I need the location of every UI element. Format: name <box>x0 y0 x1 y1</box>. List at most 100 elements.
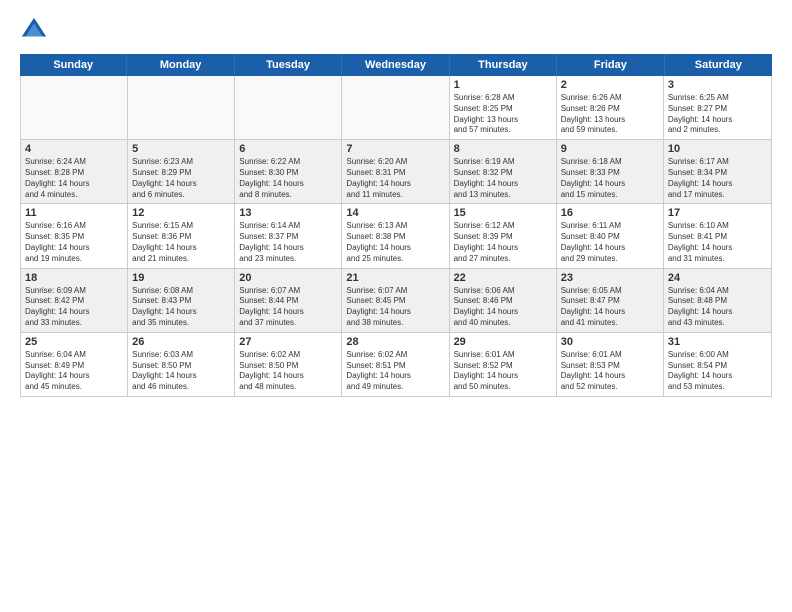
calendar-cell <box>235 76 342 139</box>
day-detail: Sunrise: 6:03 AM Sunset: 8:50 PM Dayligh… <box>132 350 230 393</box>
calendar-cell: 5 Sunrise: 6:23 AM Sunset: 8:29 PM Daylig… <box>128 140 235 203</box>
day-detail: Sunrise: 6:12 AM Sunset: 8:39 PM Dayligh… <box>454 221 552 264</box>
calendar-cell: 20Sunrise: 6:07 AM Sunset: 8:44 PM Dayli… <box>235 269 342 332</box>
calendar-cell: 31 Sunrise: 6:00 AM Sunset: 8:54 PM Dayli… <box>664 333 771 396</box>
day-detail: Sunrise: 6:07 AM Sunset: 8:44 PM Dayligh… <box>239 286 337 329</box>
day-number: 21 <box>346 272 444 284</box>
calendar-cell: 18Sunrise: 6:09 AM Sunset: 8:42 PM Dayli… <box>21 269 128 332</box>
day-detail: Sunrise: 6:10 AM Sunset: 8:41 PM Dayligh… <box>668 221 767 264</box>
calendar-week: 11Sunrise: 6:16 AM Sunset: 8:35 PM Dayli… <box>21 204 771 268</box>
day-number: 23 <box>561 272 659 284</box>
calendar-cell: 26 Sunrise: 6:03 AM Sunset: 8:50 PM Dayli… <box>128 333 235 396</box>
day-detail: Sunrise: 6:24 AM Sunset: 8:28 PM Dayligh… <box>25 157 123 200</box>
day-detail: Sunrise: 6:13 AM Sunset: 8:38 PM Dayligh… <box>346 221 444 264</box>
calendar-cell: 27Sunrise: 6:02 AM Sunset: 8:50 PM Dayli… <box>235 333 342 396</box>
day-number: 19 <box>132 272 230 284</box>
header-day: Wednesday <box>342 54 449 76</box>
day-detail: Sunrise: 6:06 AM Sunset: 8:46 PM Dayligh… <box>454 286 552 329</box>
calendar-cell: 30 Sunrise: 6:01 AM Sunset: 8:53 PM Dayli… <box>557 333 664 396</box>
day-number: 8 <box>454 143 552 155</box>
calendar-cell: 29 Sunrise: 6:01 AM Sunset: 8:52 PM Dayli… <box>450 333 557 396</box>
calendar-cell <box>342 76 449 139</box>
day-detail: Sunrise: 6:20 AM Sunset: 8:31 PM Dayligh… <box>346 157 444 200</box>
calendar-cell: 19 Sunrise: 6:08 AM Sunset: 8:43 PM Dayli… <box>128 269 235 332</box>
calendar-cell: 21 Sunrise: 6:07 AM Sunset: 8:45 PM Dayli… <box>342 269 449 332</box>
header-day: Monday <box>127 54 234 76</box>
day-detail: Sunrise: 6:07 AM Sunset: 8:45 PM Dayligh… <box>346 286 444 329</box>
calendar-week: 1Sunrise: 6:28 AM Sunset: 8:25 PM Daylig… <box>21 76 771 140</box>
calendar-cell: 24 Sunrise: 6:04 AM Sunset: 8:48 PM Dayli… <box>664 269 771 332</box>
day-number: 24 <box>668 272 767 284</box>
calendar-cell: 23 Sunrise: 6:05 AM Sunset: 8:47 PM Dayli… <box>557 269 664 332</box>
day-detail: Sunrise: 6:14 AM Sunset: 8:37 PM Dayligh… <box>239 221 337 264</box>
day-number: 3 <box>668 79 767 91</box>
calendar-cell: 11Sunrise: 6:16 AM Sunset: 8:35 PM Dayli… <box>21 204 128 267</box>
day-detail: Sunrise: 6:05 AM Sunset: 8:47 PM Dayligh… <box>561 286 659 329</box>
day-number: 10 <box>668 143 767 155</box>
calendar-cell: 8Sunrise: 6:19 AM Sunset: 8:32 PM Daylig… <box>450 140 557 203</box>
day-detail: Sunrise: 6:15 AM Sunset: 8:36 PM Dayligh… <box>132 221 230 264</box>
header-day: Saturday <box>665 54 772 76</box>
day-detail: Sunrise: 6:28 AM Sunset: 8:25 PM Dayligh… <box>454 93 552 136</box>
header <box>20 16 772 44</box>
calendar-cell: 4Sunrise: 6:24 AM Sunset: 8:28 PM Daylig… <box>21 140 128 203</box>
day-number: 12 <box>132 207 230 219</box>
calendar-cell: 12 Sunrise: 6:15 AM Sunset: 8:36 PM Dayli… <box>128 204 235 267</box>
day-detail: Sunrise: 6:11 AM Sunset: 8:40 PM Dayligh… <box>561 221 659 264</box>
day-number: 16 <box>561 207 659 219</box>
header-day: Friday <box>557 54 664 76</box>
calendar-week: 4Sunrise: 6:24 AM Sunset: 8:28 PM Daylig… <box>21 140 771 204</box>
day-number: 31 <box>668 336 767 348</box>
day-number: 28 <box>346 336 444 348</box>
day-detail: Sunrise: 6:00 AM Sunset: 8:54 PM Dayligh… <box>668 350 767 393</box>
calendar-cell: 15 Sunrise: 6:12 AM Sunset: 8:39 PM Dayli… <box>450 204 557 267</box>
header-day: Tuesday <box>235 54 342 76</box>
day-number: 30 <box>561 336 659 348</box>
day-number: 6 <box>239 143 337 155</box>
day-number: 15 <box>454 207 552 219</box>
day-number: 2 <box>561 79 659 91</box>
calendar-cell: 6 Sunrise: 6:22 AM Sunset: 8:30 PM Daylig… <box>235 140 342 203</box>
day-detail: Sunrise: 6:16 AM Sunset: 8:35 PM Dayligh… <box>25 221 123 264</box>
day-number: 14 <box>346 207 444 219</box>
day-number: 29 <box>454 336 552 348</box>
calendar-cell: 10 Sunrise: 6:17 AM Sunset: 8:34 PM Dayli… <box>664 140 771 203</box>
day-detail: Sunrise: 6:04 AM Sunset: 8:48 PM Dayligh… <box>668 286 767 329</box>
calendar-week: 25Sunrise: 6:04 AM Sunset: 8:49 PM Dayli… <box>21 333 771 396</box>
calendar-cell <box>21 76 128 139</box>
day-number: 22 <box>454 272 552 284</box>
day-number: 26 <box>132 336 230 348</box>
day-number: 13 <box>239 207 337 219</box>
calendar-cell: 1Sunrise: 6:28 AM Sunset: 8:25 PM Daylig… <box>450 76 557 139</box>
day-detail: Sunrise: 6:08 AM Sunset: 8:43 PM Dayligh… <box>132 286 230 329</box>
calendar-header: SundayMondayTuesdayWednesdayThursdayFrid… <box>20 54 772 76</box>
day-number: 7 <box>346 143 444 155</box>
calendar-cell <box>128 76 235 139</box>
day-detail: Sunrise: 6:17 AM Sunset: 8:34 PM Dayligh… <box>668 157 767 200</box>
day-number: 9 <box>561 143 659 155</box>
calendar-cell: 13 Sunrise: 6:14 AM Sunset: 8:37 PM Dayli… <box>235 204 342 267</box>
page: SundayMondayTuesdayWednesdayThursdayFrid… <box>0 0 792 612</box>
day-detail: Sunrise: 6:04 AM Sunset: 8:49 PM Dayligh… <box>25 350 123 393</box>
day-detail: Sunrise: 6:09 AM Sunset: 8:42 PM Dayligh… <box>25 286 123 329</box>
calendar-cell: 25Sunrise: 6:04 AM Sunset: 8:49 PM Dayli… <box>21 333 128 396</box>
day-detail: Sunrise: 6:26 AM Sunset: 8:26 PM Dayligh… <box>561 93 659 136</box>
day-detail: Sunrise: 6:22 AM Sunset: 8:30 PM Dayligh… <box>239 157 337 200</box>
day-detail: Sunrise: 6:18 AM Sunset: 8:33 PM Dayligh… <box>561 157 659 200</box>
calendar-weeks: 1Sunrise: 6:28 AM Sunset: 8:25 PM Daylig… <box>21 76 771 396</box>
header-day: Thursday <box>450 54 557 76</box>
calendar-week: 18Sunrise: 6:09 AM Sunset: 8:42 PM Dayli… <box>21 269 771 333</box>
calendar-cell: 17Sunrise: 6:10 AM Sunset: 8:41 PM Dayli… <box>664 204 771 267</box>
calendar-cell: 22 Sunrise: 6:06 AM Sunset: 8:46 PM Dayli… <box>450 269 557 332</box>
day-detail: Sunrise: 6:23 AM Sunset: 8:29 PM Dayligh… <box>132 157 230 200</box>
calendar: SundayMondayTuesdayWednesdayThursdayFrid… <box>20 54 772 602</box>
day-detail: Sunrise: 6:01 AM Sunset: 8:53 PM Dayligh… <box>561 350 659 393</box>
day-number: 5 <box>132 143 230 155</box>
calendar-cell: 9 Sunrise: 6:18 AM Sunset: 8:33 PM Daylig… <box>557 140 664 203</box>
calendar-cell: 3Sunrise: 6:25 AM Sunset: 8:27 PM Daylig… <box>664 76 771 139</box>
day-detail: Sunrise: 6:01 AM Sunset: 8:52 PM Dayligh… <box>454 350 552 393</box>
day-number: 27 <box>239 336 337 348</box>
calendar-cell: 28Sunrise: 6:02 AM Sunset: 8:51 PM Dayli… <box>342 333 449 396</box>
header-day: Sunday <box>20 54 127 76</box>
calendar-cell: 16 Sunrise: 6:11 AM Sunset: 8:40 PM Dayli… <box>557 204 664 267</box>
